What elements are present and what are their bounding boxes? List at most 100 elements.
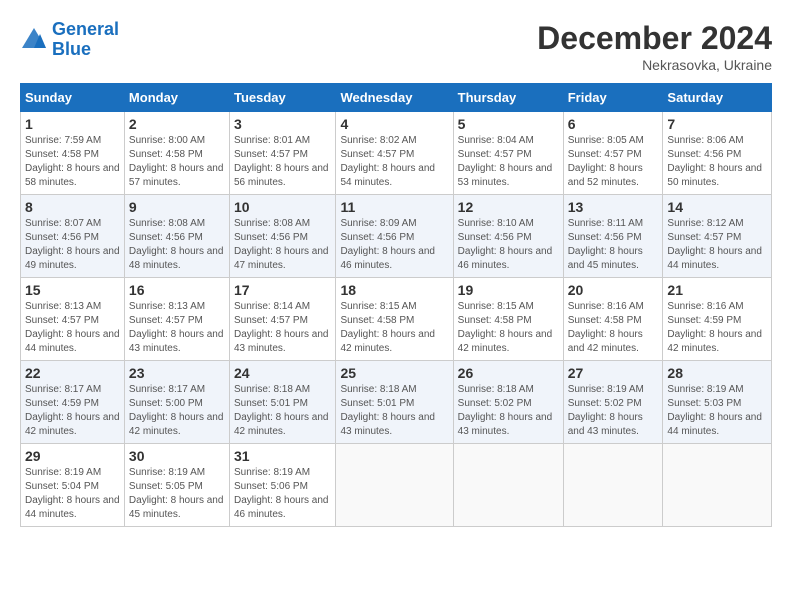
day-info: Sunrise: 8:01 AM Sunset: 4:57 PM Dayligh…	[234, 134, 331, 190]
calendar-cell: 15 Sunrise: 8:13 AM Sunset: 4:57 PM Dayl…	[21, 278, 125, 361]
day-info: Sunrise: 8:06 AM Sunset: 4:56 PM Dayligh…	[667, 134, 767, 190]
day-info: Sunrise: 7:59 AM Sunset: 4:58 PM Dayligh…	[25, 134, 120, 190]
calendar-cell: 19 Sunrise: 8:15 AM Sunset: 4:58 PM Dayl…	[453, 278, 563, 361]
day-number: 18	[340, 282, 448, 298]
day-number: 9	[129, 199, 225, 215]
day-number: 10	[234, 199, 331, 215]
calendar-cell	[663, 444, 772, 527]
day-number: 19	[458, 282, 559, 298]
calendar-cell: 27 Sunrise: 8:19 AM Sunset: 5:02 PM Dayl…	[563, 361, 663, 444]
calendar-cell: 11 Sunrise: 8:09 AM Sunset: 4:56 PM Dayl…	[336, 195, 453, 278]
col-saturday: Saturday	[663, 84, 772, 112]
calendar-cell: 12 Sunrise: 8:10 AM Sunset: 4:56 PM Dayl…	[453, 195, 563, 278]
col-wednesday: Wednesday	[336, 84, 453, 112]
calendar-cell	[453, 444, 563, 527]
calendar-cell: 7 Sunrise: 8:06 AM Sunset: 4:56 PM Dayli…	[663, 112, 772, 195]
day-number: 8	[25, 199, 120, 215]
day-number: 3	[234, 116, 331, 132]
calendar-cell	[336, 444, 453, 527]
logo-line2: Blue	[52, 39, 91, 59]
calendar-table: Sunday Monday Tuesday Wednesday Thursday…	[20, 83, 772, 527]
location: Nekrasovka, Ukraine	[537, 57, 772, 73]
day-number: 27	[568, 365, 659, 381]
day-info: Sunrise: 8:17 AM Sunset: 4:59 PM Dayligh…	[25, 383, 120, 439]
day-info: Sunrise: 8:19 AM Sunset: 5:03 PM Dayligh…	[667, 383, 767, 439]
col-thursday: Thursday	[453, 84, 563, 112]
day-info: Sunrise: 8:16 AM Sunset: 4:59 PM Dayligh…	[667, 300, 767, 356]
calendar-cell: 4 Sunrise: 8:02 AM Sunset: 4:57 PM Dayli…	[336, 112, 453, 195]
day-number: 1	[25, 116, 120, 132]
calendar-cell: 17 Sunrise: 8:14 AM Sunset: 4:57 PM Dayl…	[229, 278, 335, 361]
calendar-cell: 2 Sunrise: 8:00 AM Sunset: 4:58 PM Dayli…	[124, 112, 229, 195]
calendar-cell: 26 Sunrise: 8:18 AM Sunset: 5:02 PM Dayl…	[453, 361, 563, 444]
day-number: 16	[129, 282, 225, 298]
day-info: Sunrise: 8:09 AM Sunset: 4:56 PM Dayligh…	[340, 217, 448, 273]
day-info: Sunrise: 8:08 AM Sunset: 4:56 PM Dayligh…	[234, 217, 331, 273]
day-number: 4	[340, 116, 448, 132]
day-info: Sunrise: 8:13 AM Sunset: 4:57 PM Dayligh…	[129, 300, 225, 356]
calendar-header-row: Sunday Monday Tuesday Wednesday Thursday…	[21, 84, 772, 112]
calendar-cell: 23 Sunrise: 8:17 AM Sunset: 5:00 PM Dayl…	[124, 361, 229, 444]
logo-line1: General	[52, 19, 119, 39]
day-info: Sunrise: 8:19 AM Sunset: 5:02 PM Dayligh…	[568, 383, 659, 439]
calendar-cell: 30 Sunrise: 8:19 AM Sunset: 5:05 PM Dayl…	[124, 444, 229, 527]
day-info: Sunrise: 8:19 AM Sunset: 5:04 PM Dayligh…	[25, 466, 120, 522]
calendar-row: 1 Sunrise: 7:59 AM Sunset: 4:58 PM Dayli…	[21, 112, 772, 195]
calendar-cell: 1 Sunrise: 7:59 AM Sunset: 4:58 PM Dayli…	[21, 112, 125, 195]
calendar-row: 15 Sunrise: 8:13 AM Sunset: 4:57 PM Dayl…	[21, 278, 772, 361]
day-number: 21	[667, 282, 767, 298]
day-number: 13	[568, 199, 659, 215]
calendar-cell: 21 Sunrise: 8:16 AM Sunset: 4:59 PM Dayl…	[663, 278, 772, 361]
day-number: 2	[129, 116, 225, 132]
day-info: Sunrise: 8:10 AM Sunset: 4:56 PM Dayligh…	[458, 217, 559, 273]
calendar-row: 8 Sunrise: 8:07 AM Sunset: 4:56 PM Dayli…	[21, 195, 772, 278]
day-number: 12	[458, 199, 559, 215]
day-info: Sunrise: 8:19 AM Sunset: 5:05 PM Dayligh…	[129, 466, 225, 522]
calendar-cell: 5 Sunrise: 8:04 AM Sunset: 4:57 PM Dayli…	[453, 112, 563, 195]
day-info: Sunrise: 8:02 AM Sunset: 4:57 PM Dayligh…	[340, 134, 448, 190]
day-number: 5	[458, 116, 559, 132]
calendar-cell: 10 Sunrise: 8:08 AM Sunset: 4:56 PM Dayl…	[229, 195, 335, 278]
calendar-cell: 25 Sunrise: 8:18 AM Sunset: 5:01 PM Dayl…	[336, 361, 453, 444]
calendar-cell: 16 Sunrise: 8:13 AM Sunset: 4:57 PM Dayl…	[124, 278, 229, 361]
day-info: Sunrise: 8:18 AM Sunset: 5:01 PM Dayligh…	[234, 383, 331, 439]
calendar-cell: 8 Sunrise: 8:07 AM Sunset: 4:56 PM Dayli…	[21, 195, 125, 278]
logo: General Blue	[20, 20, 119, 60]
day-info: Sunrise: 8:15 AM Sunset: 4:58 PM Dayligh…	[340, 300, 448, 356]
day-number: 11	[340, 199, 448, 215]
calendar-cell: 13 Sunrise: 8:11 AM Sunset: 4:56 PM Dayl…	[563, 195, 663, 278]
col-tuesday: Tuesday	[229, 84, 335, 112]
day-info: Sunrise: 8:11 AM Sunset: 4:56 PM Dayligh…	[568, 217, 659, 273]
calendar-cell	[563, 444, 663, 527]
calendar-cell: 24 Sunrise: 8:18 AM Sunset: 5:01 PM Dayl…	[229, 361, 335, 444]
day-number: 7	[667, 116, 767, 132]
calendar-cell: 9 Sunrise: 8:08 AM Sunset: 4:56 PM Dayli…	[124, 195, 229, 278]
day-number: 14	[667, 199, 767, 215]
day-number: 29	[25, 448, 120, 464]
day-number: 25	[340, 365, 448, 381]
col-sunday: Sunday	[21, 84, 125, 112]
calendar-cell: 6 Sunrise: 8:05 AM Sunset: 4:57 PM Dayli…	[563, 112, 663, 195]
day-number: 22	[25, 365, 120, 381]
calendar-cell: 31 Sunrise: 8:19 AM Sunset: 5:06 PM Dayl…	[229, 444, 335, 527]
calendar-cell: 14 Sunrise: 8:12 AM Sunset: 4:57 PM Dayl…	[663, 195, 772, 278]
day-info: Sunrise: 8:15 AM Sunset: 4:58 PM Dayligh…	[458, 300, 559, 356]
calendar-cell: 18 Sunrise: 8:15 AM Sunset: 4:58 PM Dayl…	[336, 278, 453, 361]
title-area: December 2024 Nekrasovka, Ukraine	[537, 20, 772, 73]
calendar-cell: 28 Sunrise: 8:19 AM Sunset: 5:03 PM Dayl…	[663, 361, 772, 444]
col-monday: Monday	[124, 84, 229, 112]
calendar-row: 29 Sunrise: 8:19 AM Sunset: 5:04 PM Dayl…	[21, 444, 772, 527]
day-number: 23	[129, 365, 225, 381]
logo-icon	[20, 26, 48, 54]
calendar-cell: 29 Sunrise: 8:19 AM Sunset: 5:04 PM Dayl…	[21, 444, 125, 527]
day-info: Sunrise: 8:05 AM Sunset: 4:57 PM Dayligh…	[568, 134, 659, 190]
page-header: General Blue December 2024 Nekrasovka, U…	[20, 20, 772, 73]
calendar-cell: 22 Sunrise: 8:17 AM Sunset: 4:59 PM Dayl…	[21, 361, 125, 444]
day-info: Sunrise: 8:17 AM Sunset: 5:00 PM Dayligh…	[129, 383, 225, 439]
day-info: Sunrise: 8:07 AM Sunset: 4:56 PM Dayligh…	[25, 217, 120, 273]
day-info: Sunrise: 8:19 AM Sunset: 5:06 PM Dayligh…	[234, 466, 331, 522]
day-number: 15	[25, 282, 120, 298]
month-title: December 2024	[537, 20, 772, 57]
day-info: Sunrise: 8:00 AM Sunset: 4:58 PM Dayligh…	[129, 134, 225, 190]
day-number: 28	[667, 365, 767, 381]
